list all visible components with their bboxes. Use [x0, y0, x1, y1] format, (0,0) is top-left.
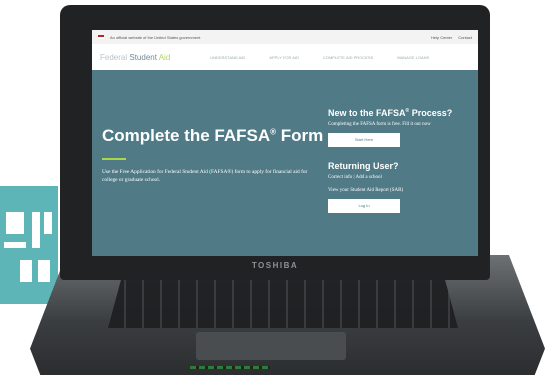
help-center-link[interactable]: Help Center: [431, 35, 452, 40]
logo-suffix: Aid: [156, 52, 171, 62]
returning-user-title: Returning User?: [328, 161, 399, 171]
accent-rule: [102, 158, 126, 160]
site-header: Federal Student Aid UNDERSTAND AID APPLY…: [92, 44, 478, 71]
hero-title: Complete the FAFSA® Form: [102, 126, 323, 146]
nav-apply-for-aid[interactable]: APPLY FOR AID: [269, 55, 299, 60]
start-here-button[interactable]: Start Here: [328, 133, 400, 147]
laptop-brand: TOSHIBA: [251, 261, 299, 270]
tile-block: [44, 212, 52, 234]
new-user-title-text: New to the FAFSA: [328, 108, 406, 118]
tile-block: [32, 212, 40, 248]
hero-title-text: Complete the FAFSA: [102, 126, 271, 145]
status-lights: [190, 366, 270, 369]
logo-prefix: Federal: [100, 52, 130, 62]
laptop-keyboard: [108, 276, 458, 328]
nav-manage-loans[interactable]: MANAGE LOANS: [397, 55, 429, 60]
gov-banner: An official website of the United States…: [92, 30, 478, 44]
new-user-title: New to the FAFSA® Process?: [328, 108, 478, 118]
us-flag-icon: [98, 35, 104, 39]
laptop-screen: An official website of the United States…: [92, 30, 478, 256]
tile-block: [6, 212, 24, 234]
tile-block: [20, 260, 32, 282]
contact-link[interactable]: Contact: [458, 35, 472, 40]
tile-block: [4, 242, 26, 248]
hero-description: Use the Free Application for Federal Stu…: [102, 169, 308, 183]
site-logo[interactable]: Federal Student Aid: [100, 53, 170, 62]
returning-user-links[interactable]: Correct info | Add a school: [328, 175, 478, 180]
new-user-title-suffix: Process?: [409, 108, 453, 118]
new-user-text: Completing the FAFSA form is free. Fill …: [328, 122, 431, 127]
decorative-tiles: [0, 186, 58, 304]
tile-block: [38, 260, 50, 282]
log-in-button[interactable]: Log In: [328, 199, 400, 213]
nav-complete-aid-process[interactable]: COMPLETE AID PROCESS: [323, 55, 373, 60]
nav-understand-aid[interactable]: UNDERSTAND AID: [210, 55, 245, 60]
sar-link[interactable]: View your Student Aid Report (SAR): [328, 188, 478, 193]
action-panel: New to the FAFSA® Process? Completing th…: [328, 108, 478, 213]
main-nav: UNDERSTAND AID APPLY FOR AID COMPLETE AI…: [210, 55, 429, 60]
logo-main: Student: [129, 52, 157, 62]
gov-banner-text: An official website of the United States…: [110, 34, 201, 40]
laptop-touchpad: [196, 332, 346, 360]
hero-title-suffix: Form: [276, 126, 324, 145]
